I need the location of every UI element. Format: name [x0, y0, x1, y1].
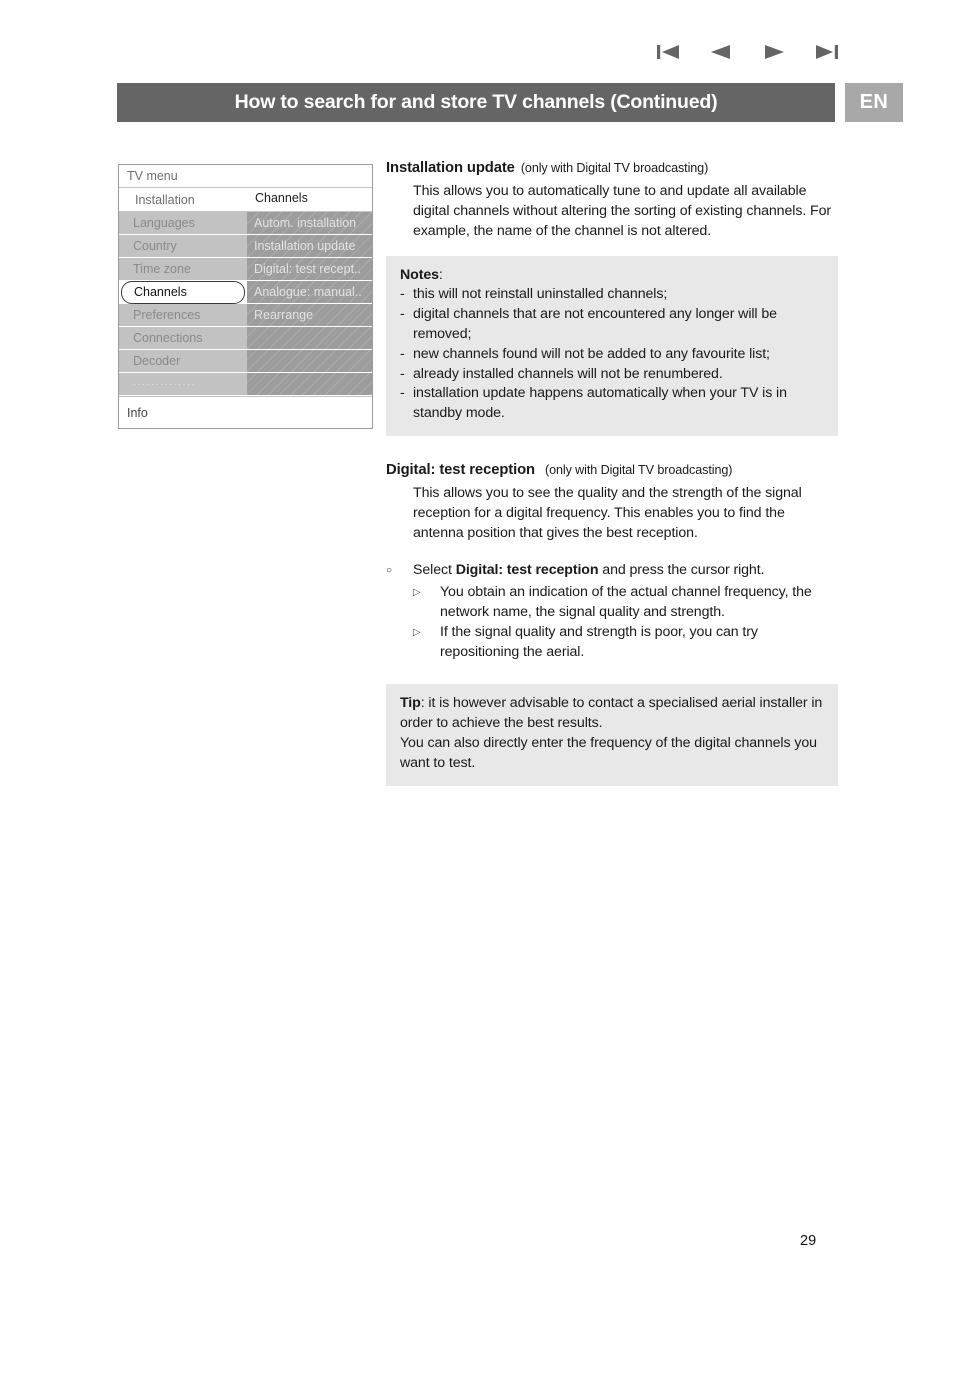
tv-menu-item-channels[interactable]: Channels — [121, 281, 245, 304]
tv-submenu-item-empty-2 — [247, 350, 372, 373]
sub-bullet-item: ▷ If the signal quality and strength is … — [386, 622, 838, 662]
instruction-bullets: ○ Select Digital: test reception and pre… — [386, 560, 838, 663]
tv-menu-item-more[interactable]: ·············· — [119, 373, 247, 396]
tv-menu-item-preferences[interactable]: Preferences — [119, 304, 247, 327]
tv-menu-installation-label: Installation — [135, 193, 195, 207]
triangle-bullet-icon: ▷ — [413, 586, 421, 598]
page-navigation-arrows[interactable] — [655, 39, 840, 65]
tv-submenu-item-autom-installation[interactable]: Autom. installation — [247, 212, 372, 235]
tip-box: Tip: it is however advisable to contact … — [386, 684, 838, 786]
tv-menu-body: Languages Country Time zone Channels Pre… — [119, 212, 372, 396]
sub-bullet-item: ▷ You obtain an indication of the actual… — [386, 582, 838, 622]
page-title: How to search for and store TV channels … — [234, 91, 718, 113]
tv-submenu-item-digital-test-reception[interactable]: Digital: test recept.. — [247, 258, 372, 281]
bullet-main-bold: Digital: test reception — [455, 561, 599, 578]
notes-colon: : — [438, 266, 443, 283]
section1-heading-note: (only with Digital TV broadcasting) — [520, 161, 709, 175]
next-page-icon[interactable] — [761, 42, 787, 62]
note-item: new channels found will not be added to … — [400, 345, 824, 365]
tv-menu-submenu-row: Installation Channels — [119, 188, 372, 212]
bullet-select-digital-test-reception: ○ Select Digital: test reception and pre… — [386, 560, 838, 582]
tip-line2: You can also directly enter the frequenc… — [400, 735, 817, 771]
note-item: digital channels that are not encountere… — [400, 305, 824, 345]
sub-bullet-text: If the signal quality and strength is po… — [440, 624, 758, 661]
section2-heading-text: Digital: test reception — [386, 461, 535, 478]
triangle-bullet-icon: ▷ — [413, 627, 421, 638]
notes-list: this will not reinstall uninstalled chan… — [400, 285, 824, 424]
note-item: already installed channels will not be r… — [400, 365, 824, 385]
note-item: installation update happens automaticall… — [400, 384, 824, 424]
notes-box: Notes: this will not reinstall uninstall… — [386, 255, 838, 436]
page-header-bar: How to search for and store TV channels … — [117, 83, 835, 122]
tv-menu-item-country[interactable]: Country — [119, 235, 247, 258]
notes-title: Notes — [400, 266, 439, 283]
page-number: 29 — [800, 1233, 817, 1249]
tv-submenu-item-empty-3 — [247, 373, 372, 396]
tv-submenu-item-empty-1 — [247, 327, 372, 350]
section2-heading-note: (only with Digital TV broadcasting) — [544, 462, 733, 477]
tv-submenu-item-installation-update[interactable]: Installation update — [247, 235, 372, 258]
section-heading-installation-update: Installation update (only with Digital TV… — [386, 160, 838, 176]
section2-paragraph: This allows you to see the quality and t… — [413, 484, 802, 542]
tv-menu-left-column: Languages Country Time zone Channels Pre… — [119, 212, 247, 396]
skip-to-last-icon[interactable] — [814, 42, 840, 62]
notes-title-line: Notes: — [400, 266, 824, 286]
note-item: this will not reinstall uninstalled chan… — [400, 285, 824, 305]
tv-submenu-item-analogue-manual[interactable]: Analogue: manual.. — [247, 281, 372, 304]
bullet-main-post: and press the cursor right. — [598, 561, 765, 578]
skip-to-first-icon[interactable] — [655, 42, 681, 62]
tip-title: Tip — [400, 695, 421, 712]
tv-menu-item-languages[interactable]: Languages — [119, 212, 247, 235]
language-badge: EN — [845, 83, 903, 122]
tip-line1: it is however advisable to contact a spe… — [400, 695, 823, 732]
tv-menu-channels-header: Channels — [255, 191, 308, 205]
circle-bullet-icon: ○ — [386, 564, 392, 576]
section1-heading-text: Installation update — [386, 160, 515, 176]
tv-menu-item-time-zone[interactable]: Time zone — [119, 258, 247, 281]
previous-page-icon[interactable] — [708, 42, 734, 62]
tv-menu-info-label: Info — [119, 396, 372, 428]
bullet-main-pre: Select — [413, 561, 456, 578]
section1-paragraph: This allows you to automatically tune to… — [413, 183, 831, 240]
main-content: Installation update (only with Digital TV… — [386, 160, 838, 786]
tv-menu-item-decoder[interactable]: Decoder — [119, 350, 247, 373]
tv-submenu-item-rearrange[interactable]: Rearrange — [247, 304, 372, 327]
tip-first-line: Tip: it is however advisable to contact … — [400, 694, 824, 734]
sub-bullet-text: You obtain an indication of the actual c… — [440, 583, 812, 620]
bullet-main-text: Select Digital: test reception and press… — [413, 560, 765, 582]
tv-menu-item-connections[interactable]: Connections — [119, 327, 247, 350]
tv-menu-mockup: TV menu Installation Channels Languages … — [118, 164, 373, 429]
language-badge-label: EN — [859, 91, 889, 113]
tv-menu-right-column: Autom. installation Installation update … — [247, 212, 372, 396]
section-heading-digital-test-reception: Digital: test reception (only with Digita… — [386, 462, 838, 478]
